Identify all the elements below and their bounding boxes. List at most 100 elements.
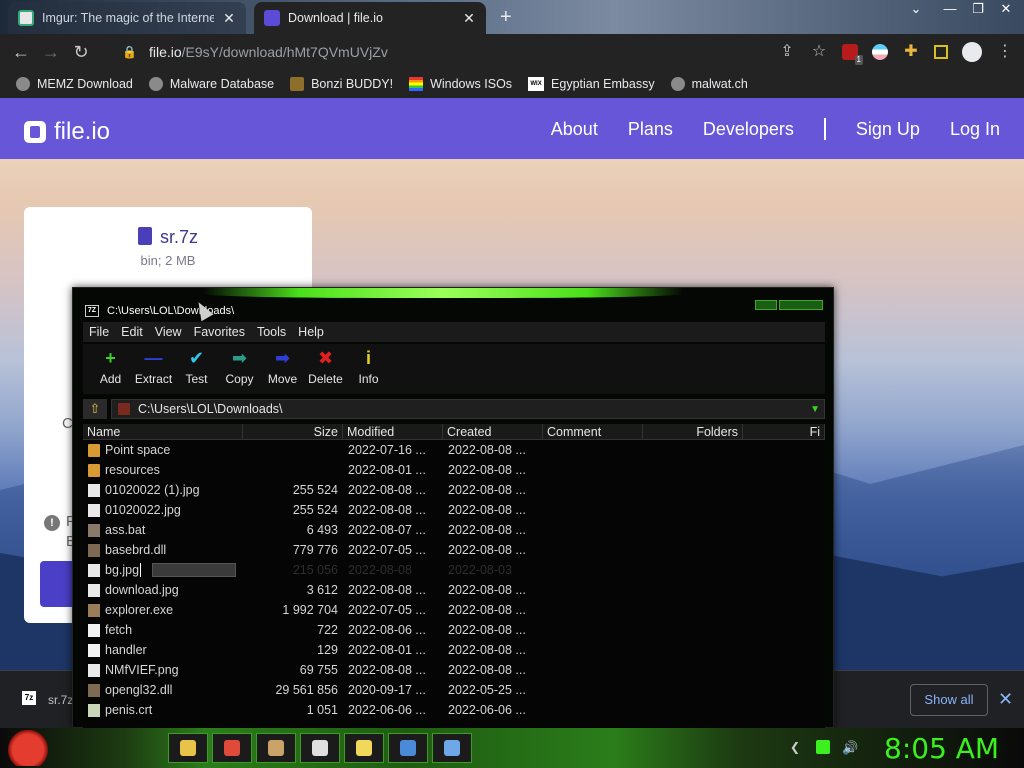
nav-log-in[interactable]: Log In: [950, 119, 1000, 140]
nav-about[interactable]: About: [551, 119, 598, 140]
bookmark-windows-isos[interactable]: Windows ISOs: [409, 77, 512, 91]
column-name[interactable]: Name: [83, 424, 243, 440]
table-row[interactable]: fetch 722 2022-08-06 ... 2022-08-08 ...: [83, 620, 825, 640]
table-row[interactable]: explorer.exe 1 992 704 2022-07-05 ... 2022-…: [83, 600, 825, 620]
column-created[interactable]: Created: [443, 424, 543, 440]
tool-copy-button[interactable]: ➡ Copy: [218, 344, 261, 394]
table-row[interactable]: opengl32.dll 29 561 856 2020-09-17 ... 2022…: [83, 680, 825, 700]
table-row[interactable]: 01020022 (1).jpg 255 524 2022-08-08 ... 202…: [83, 480, 825, 500]
tool-extract-button[interactable]: — Extract: [132, 344, 175, 394]
bookmark-memz[interactable]: MEMZ Download: [16, 77, 133, 91]
new-tab-button[interactable]: +: [500, 6, 512, 29]
minimize-icon[interactable]: [755, 300, 777, 310]
network-icon[interactable]: [816, 740, 830, 754]
download-item[interactable]: sr.7z: [48, 693, 73, 707]
bookmark-bonzi-buddy[interactable]: Bonzi BUDDY!: [290, 77, 393, 91]
tool-test-button[interactable]: ✔ Test: [175, 344, 218, 394]
taskbar-folder-button[interactable]: [168, 733, 208, 763]
chevron-down-icon[interactable]: ▼: [810, 404, 824, 415]
restore-icon[interactable]: ❐: [966, 0, 990, 18]
bookmark-malwatch[interactable]: malwat.ch: [670, 77, 748, 91]
fileio-logo[interactable]: file.io: [24, 118, 110, 146]
cell-modified: 2022-08-01 ...: [348, 643, 426, 657]
path-combobox[interactable]: C:\Users\LOL\Downloads\ ▼: [111, 399, 825, 419]
taskbar-chrome-button[interactable]: [212, 733, 252, 763]
bookmark-star-icon[interactable]: ☆: [810, 43, 828, 61]
menu-kebab-icon[interactable]: ⋮: [996, 43, 1014, 61]
column-size[interactable]: Size: [243, 424, 343, 440]
table-row[interactable]: ass.bat 6 493 2022-08-07 ... 2022-08-08 ...: [83, 520, 825, 540]
table-row[interactable]: Point space 2022-07-16 ... 2022-08-08 ...: [83, 440, 825, 460]
taskbar-paint-button[interactable]: [256, 733, 296, 763]
reload-icon[interactable]: ↻: [66, 42, 96, 63]
extensions-puzzle-icon[interactable]: ✚: [902, 43, 920, 61]
bookmark-label: Windows ISOs: [430, 77, 513, 91]
clock[interactable]: 8:05 AM: [884, 732, 999, 765]
chevron-down-icon[interactable]: ⌄: [904, 0, 928, 18]
tool-add-button[interactable]: + Add: [89, 344, 132, 394]
back-icon[interactable]: ←: [6, 42, 36, 63]
tool-label: Delete: [308, 372, 343, 386]
file-name: NMfVIEF.png: [105, 663, 179, 677]
side-panel-icon[interactable]: [934, 45, 948, 59]
menu-file[interactable]: File: [89, 325, 109, 339]
bookmark-malware-database[interactable]: Malware Database: [148, 77, 274, 91]
nav-plans[interactable]: Plans: [628, 119, 673, 140]
share-icon[interactable]: ⇪: [778, 43, 796, 61]
column-modified[interactable]: Modified: [343, 424, 443, 440]
rename-input[interactable]: bg.jpg: [105, 563, 142, 577]
rename-field[interactable]: [152, 563, 237, 577]
table-row[interactable]: penis.crt 1 051 2022-06-06 ... 2022-06-06 .…: [83, 700, 825, 720]
taskbar-7zip-button[interactable]: [300, 733, 340, 763]
ublock-extension-icon[interactable]: 1: [842, 44, 863, 65]
toolbar-actions: ⇪ ☆ 1 ✚ ⋮: [778, 42, 1014, 65]
volume-icon[interactable]: 🔊: [842, 740, 858, 755]
table-row[interactable]: bg.jpg 215 056 2022-08-08 2022-08-03: [83, 560, 825, 580]
maximize-icon[interactable]: [779, 300, 823, 310]
tab-imgur[interactable]: Imgur: The magic of the Internet ✕: [8, 2, 246, 34]
menu-help[interactable]: Help: [298, 325, 324, 339]
address-bar[interactable]: 🔒 file.io /E9sY/download/hMt7QVmUVjZv: [110, 38, 830, 66]
lock-icon[interactable]: 🔒: [122, 45, 137, 59]
bookmark-egyptian-embassy[interactable]: WIX Egyptian Embassy: [528, 77, 655, 91]
table-row[interactable]: basebrd.dll 779 776 2022-07-05 ... 2022-08-…: [83, 540, 825, 560]
table-row[interactable]: resources 2022-08-01 ... 2022-08-08 ...: [83, 460, 825, 480]
close-icon[interactable]: ✕: [462, 10, 476, 27]
menu-edit[interactable]: Edit: [121, 325, 143, 339]
tab-fileio[interactable]: Download | file.io ✕: [254, 2, 486, 34]
nav-developers[interactable]: Developers: [703, 119, 794, 140]
show-all-button[interactable]: Show all: [910, 684, 988, 716]
file-name: resources: [105, 463, 160, 477]
taskbar-window-button[interactable]: [388, 733, 428, 763]
table-row[interactable]: handler 129 2022-08-01 ... 2022-08-08 ...: [83, 640, 825, 660]
taskbar-notepad-button[interactable]: [344, 733, 384, 763]
tool-move-button[interactable]: ➡ Move: [261, 344, 304, 394]
minimize-icon[interactable]: —: [938, 0, 962, 18]
tray-chevron-icon[interactable]: ❮: [790, 740, 804, 754]
table-row[interactable]: download.jpg 3 612 2022-08-08 ... 2022-08-0…: [83, 580, 825, 600]
profile-avatar[interactable]: [962, 42, 982, 62]
start-button[interactable]: [8, 730, 48, 766]
close-icon[interactable]: ✕: [222, 10, 236, 27]
taskbar-remote-button[interactable]: [432, 733, 472, 763]
forward-icon[interactable]: →: [36, 42, 66, 63]
column-folders[interactable]: Folders: [643, 424, 743, 440]
menu-view[interactable]: View: [155, 325, 182, 339]
nav-sign-up[interactable]: Sign Up: [856, 119, 920, 140]
file-dll-icon: [88, 543, 100, 557]
menu-favorites[interactable]: Favorites: [194, 325, 245, 339]
column-comment[interactable]: Comment: [543, 424, 643, 440]
close-window-icon[interactable]: ✕: [994, 0, 1018, 18]
folder-up-icon[interactable]: ⇧: [83, 399, 107, 419]
tool-delete-button[interactable]: ✖ Delete: [304, 344, 347, 394]
menu-tools[interactable]: Tools: [257, 325, 286, 339]
flag-extension-icon[interactable]: [872, 44, 888, 60]
7zip-title-bar[interactable]: 7Z C:\Users\LOL\Downloads\: [73, 300, 833, 322]
close-icon[interactable]: ✕: [998, 689, 1013, 710]
table-row[interactable]: NMfVIEF.png 69 755 2022-08-08 ... 2022-08-0…: [83, 660, 825, 680]
file-img-icon: [88, 483, 100, 497]
cell-size: 255 524: [292, 483, 338, 497]
column-files[interactable]: Fi: [743, 424, 825, 440]
table-row[interactable]: 01020022.jpg 255 524 2022-08-08 ... 2022-08…: [83, 500, 825, 520]
tool-info-button[interactable]: i Info: [347, 344, 390, 394]
